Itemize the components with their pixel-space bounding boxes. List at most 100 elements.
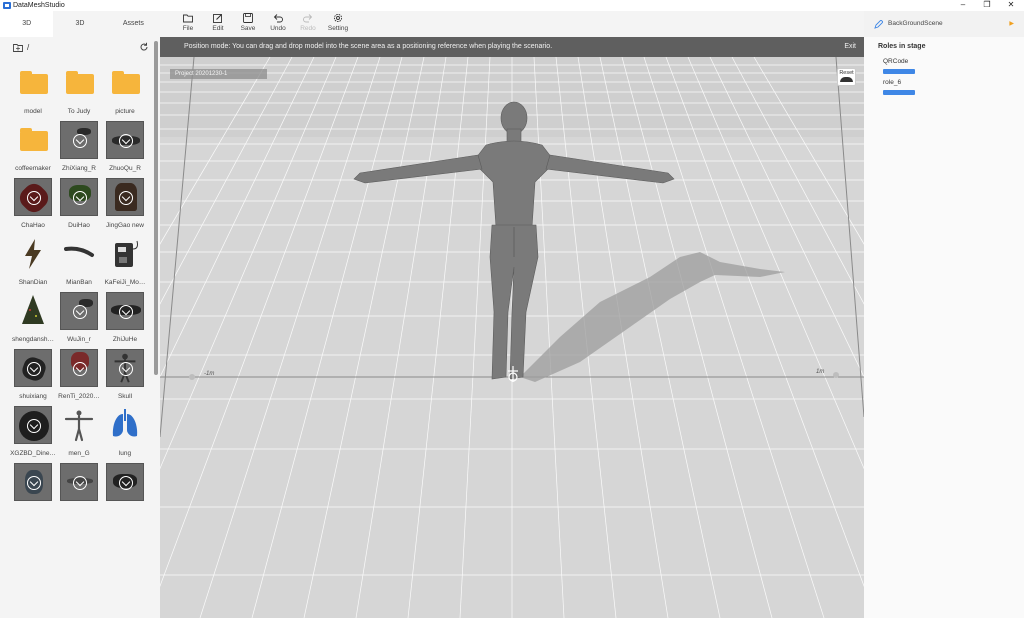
role-color-bar bbox=[883, 69, 915, 74]
edit-button[interactable]: Edit bbox=[203, 13, 233, 37]
download-icon bbox=[119, 305, 133, 319]
asset-item[interactable]: shuixiang bbox=[10, 349, 54, 403]
main-toolbar: File Edit Save Undo Redo Setting bbox=[160, 11, 864, 37]
asset-item[interactable]: RenTi_2020… bbox=[56, 349, 100, 403]
asset-item[interactable]: lung bbox=[102, 406, 146, 460]
scene-viewport[interactable]: -1m 1m Position mode: You can drag and d… bbox=[160, 37, 864, 618]
close-button[interactable]: ✕ bbox=[1000, 0, 1022, 11]
asset-label: JingGao new bbox=[106, 222, 144, 229]
asset-label: ZhiXiang_R bbox=[62, 165, 96, 172]
reset-view-button[interactable]: Reset bbox=[837, 68, 856, 86]
download-icon bbox=[119, 134, 133, 148]
tab-assets[interactable]: Assets bbox=[107, 11, 160, 37]
redo-label: Redo bbox=[300, 25, 316, 32]
asset-label: picture bbox=[115, 108, 135, 115]
undo-button[interactable]: Undo bbox=[263, 13, 293, 37]
folder-nav-icon[interactable] bbox=[13, 43, 23, 52]
asset-item[interactable]: ChaHao bbox=[10, 178, 54, 232]
asset-item[interactable]: ZhuoQu_R bbox=[102, 121, 146, 175]
asset-item[interactable]: Skull bbox=[102, 349, 146, 403]
asset-item[interactable]: ZhiXiang_R bbox=[56, 121, 100, 175]
asset-label: RenTi_2020… bbox=[58, 393, 100, 400]
asset-item[interactable]: To Judy bbox=[56, 64, 100, 118]
title-bar: DataMeshStudio – ❐ ✕ bbox=[0, 0, 1024, 11]
asset-item[interactable] bbox=[56, 463, 100, 517]
minimize-button[interactable]: – bbox=[952, 0, 974, 11]
download-icon bbox=[73, 191, 87, 205]
asset-label: To Judy bbox=[67, 108, 91, 115]
axis-label-right: 1m bbox=[816, 369, 824, 375]
asset-item[interactable]: coffeemaker bbox=[10, 121, 54, 175]
download-icon bbox=[73, 305, 87, 319]
asset-label: ZhuoQu_R bbox=[109, 165, 141, 172]
asset-label: WuJin_r bbox=[67, 336, 91, 343]
asset-label: model bbox=[24, 108, 42, 115]
asset-item[interactable]: ZhiJuHe bbox=[102, 292, 146, 346]
maximize-button[interactable]: ❐ bbox=[976, 0, 998, 11]
asset-item[interactable]: picture bbox=[102, 64, 146, 118]
file-label: File bbox=[182, 25, 194, 32]
stage-panel: BackGroundScene ▶ Roles in stage QRCode … bbox=[864, 11, 1024, 618]
app-window: DataMeshStudio – ❐ ✕ 3D 3D Assets / mode… bbox=[0, 0, 1024, 618]
panel-model-icon bbox=[60, 235, 98, 273]
coffee-machine-icon bbox=[106, 235, 144, 273]
asset-item[interactable]: DuiHao bbox=[56, 178, 100, 232]
role-item-role-6[interactable]: role_6 bbox=[883, 78, 963, 95]
model-thumbnail bbox=[106, 178, 144, 216]
asset-item[interactable]: KaFeiJi_Mo… bbox=[102, 235, 146, 289]
asset-item[interactable]: ShanDian bbox=[10, 235, 54, 289]
folder-icon bbox=[60, 64, 98, 102]
save-button[interactable]: Save bbox=[233, 13, 263, 37]
model-thumbnail bbox=[60, 463, 98, 501]
window-title: DataMeshStudio bbox=[13, 2, 65, 9]
asset-item[interactable]: model bbox=[10, 64, 54, 118]
exit-button[interactable]: Exit bbox=[844, 37, 856, 57]
refresh-icon[interactable] bbox=[139, 42, 149, 52]
axis-label-left: -1m bbox=[204, 371, 214, 377]
role-item-qrcode[interactable]: QRCode bbox=[883, 57, 963, 74]
position-mode-text: Position mode: You can drag and drop mod… bbox=[184, 43, 553, 50]
download-icon bbox=[73, 134, 87, 148]
dome-icon bbox=[840, 77, 853, 82]
save-label: Save bbox=[240, 25, 256, 32]
asset-label: ZhiJuHe bbox=[112, 336, 138, 343]
file-button[interactable]: File bbox=[173, 13, 203, 37]
asset-item[interactable] bbox=[102, 463, 146, 517]
play-arrow-icon[interactable]: ▶ bbox=[1009, 11, 1014, 37]
tab-3d-models[interactable]: 3D bbox=[53, 11, 106, 37]
download-icon bbox=[27, 476, 41, 490]
asset-item[interactable] bbox=[10, 463, 54, 517]
asset-item[interactable]: men_G bbox=[56, 406, 100, 460]
scene-header[interactable]: BackGroundScene ▶ bbox=[864, 11, 1024, 37]
asset-item[interactable]: WuJin_r bbox=[56, 292, 100, 346]
folder-path: / bbox=[13, 42, 153, 54]
asset-label: shuixiang bbox=[19, 393, 47, 400]
asset-item[interactable]: MianBan bbox=[56, 235, 100, 289]
lightning-icon bbox=[14, 235, 52, 273]
download-icon bbox=[73, 476, 87, 490]
model-thumbnail bbox=[60, 178, 98, 216]
asset-label: KaFeiJi_Mo… bbox=[104, 279, 146, 286]
download-icon bbox=[119, 362, 133, 376]
redo-button[interactable]: Redo bbox=[293, 13, 323, 37]
asset-item[interactable]: shengdansh… bbox=[10, 292, 54, 346]
lung-icon bbox=[106, 406, 144, 444]
download-icon bbox=[27, 419, 41, 433]
role-color-bar bbox=[883, 90, 915, 95]
folder-icon bbox=[14, 121, 52, 159]
path-text: / bbox=[27, 43, 30, 52]
asset-item[interactable]: JingGao new bbox=[102, 178, 146, 232]
model-thumbnail bbox=[14, 178, 53, 217]
asset-item[interactable]: XGZBD_Dine… bbox=[10, 406, 56, 460]
model-thumbnail bbox=[14, 406, 52, 444]
pencil-icon[interactable] bbox=[874, 20, 883, 29]
model-thumbnail bbox=[106, 463, 144, 501]
asset-panel: 3D 3D Assets / model To Judy picture cof… bbox=[0, 11, 160, 618]
asset-scrollbar[interactable] bbox=[154, 41, 158, 375]
model-thumbnail bbox=[60, 121, 98, 159]
edit-icon bbox=[213, 14, 222, 23]
tab-3d-scenes[interactable]: 3D bbox=[0, 11, 54, 37]
undo-icon bbox=[273, 14, 283, 23]
setting-button[interactable]: Setting bbox=[323, 13, 353, 37]
roles-title: Roles in stage bbox=[878, 43, 926, 50]
